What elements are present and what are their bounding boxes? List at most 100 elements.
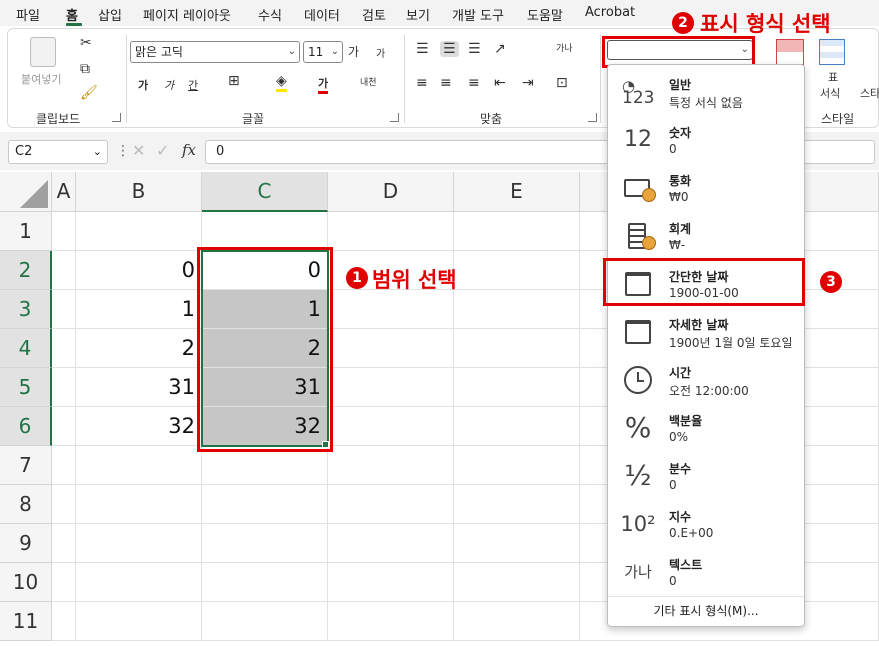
format-option-long-date[interactable]: 자세한 날짜 1900년 1월 0일 토요일 xyxy=(608,308,804,355)
align-center-icon[interactable]: ≡ xyxy=(440,75,452,91)
grid-cell[interactable] xyxy=(454,290,580,329)
row-header-6[interactable]: 6 xyxy=(0,407,52,446)
grid-cell[interactable] xyxy=(52,485,76,524)
grid-cell[interactable] xyxy=(76,212,202,251)
row-header-2[interactable]: 2 xyxy=(0,251,52,290)
format-as-table-icon[interactable] xyxy=(819,39,845,65)
column-header-d[interactable]: D xyxy=(328,172,454,212)
column-header-b[interactable]: B xyxy=(76,172,202,212)
align-middle-icon[interactable]: ☰ xyxy=(440,41,459,57)
format-option-text[interactable]: 가나 텍스트 0 xyxy=(608,548,804,595)
grid-cell[interactable] xyxy=(76,446,202,485)
format-option-currency[interactable]: 통화 ₩0 xyxy=(608,164,804,211)
format-as-table-label-2[interactable]: 서식 xyxy=(820,85,840,101)
grid-cell[interactable] xyxy=(328,407,454,446)
column-header-e[interactable]: E xyxy=(454,172,580,212)
grow-font-button[interactable]: 가 xyxy=(348,43,359,60)
cut-icon[interactable]: ✂ xyxy=(80,35,92,51)
grid-cell[interactable] xyxy=(454,251,580,290)
name-box[interactable]: C2 ⌄ xyxy=(8,140,108,164)
grid-cell[interactable] xyxy=(328,290,454,329)
row-header-10[interactable]: 10 xyxy=(0,563,52,602)
cell-b2[interactable]: 0 xyxy=(76,251,202,290)
cell-b6[interactable]: 32 xyxy=(76,407,202,446)
grid-cell[interactable] xyxy=(328,524,454,563)
border-icon[interactable]: ⊞ xyxy=(228,73,240,89)
format-option-accounting[interactable]: 회계 ₩- xyxy=(608,212,804,259)
more-options-icon[interactable]: ⋮ xyxy=(116,143,130,159)
paste-icon[interactable] xyxy=(30,37,56,67)
grid-cell[interactable] xyxy=(454,524,580,563)
grid-cell[interactable] xyxy=(52,524,76,563)
fill-color-icon[interactable]: ◈ xyxy=(276,73,287,92)
grid-cell[interactable] xyxy=(52,290,76,329)
orientation-icon[interactable]: ↗ xyxy=(494,41,506,57)
grid-cell[interactable] xyxy=(76,602,202,641)
format-option-fraction[interactable]: ½ 분수 0 xyxy=(608,452,804,499)
align-right-icon[interactable]: ≡ xyxy=(468,75,480,91)
font-size-combo[interactable]: 11 ⌄ xyxy=(303,41,343,63)
grid-cell[interactable] xyxy=(52,329,76,368)
italic-button[interactable]: 가 xyxy=(164,77,174,93)
select-all-corner[interactable] xyxy=(0,172,52,212)
menu-review[interactable]: 검토 xyxy=(362,5,386,24)
menu-home[interactable]: 홈 xyxy=(66,5,78,24)
cancel-icon[interactable]: ✕ xyxy=(132,141,145,160)
grid-cell[interactable] xyxy=(52,368,76,407)
column-header-a[interactable]: A xyxy=(52,172,76,212)
grid-cell[interactable] xyxy=(202,485,328,524)
grid-cell[interactable] xyxy=(202,563,328,602)
enter-icon[interactable]: ✓ xyxy=(156,141,169,160)
grid-cell[interactable] xyxy=(202,524,328,563)
copy-icon[interactable]: ⧉ xyxy=(80,61,90,77)
grid-cell[interactable] xyxy=(52,602,76,641)
menu-page-layout[interactable]: 페이지 레이아웃 xyxy=(143,5,231,24)
grid-cell[interactable] xyxy=(454,407,580,446)
grid-cell[interactable] xyxy=(52,407,76,446)
align-top-icon[interactable]: ☰ xyxy=(416,41,429,57)
format-as-table-label[interactable]: 표 xyxy=(828,69,838,85)
grid-cell[interactable] xyxy=(52,563,76,602)
cell-b5[interactable]: 31 xyxy=(76,368,202,407)
grid-cell[interactable] xyxy=(454,329,580,368)
merge-center-icon[interactable]: ⊡ xyxy=(556,75,568,91)
cell-b3[interactable]: 1 xyxy=(76,290,202,329)
grid-cell[interactable] xyxy=(76,524,202,563)
align-bottom-icon[interactable]: ☰ xyxy=(468,41,481,57)
row-header-7[interactable]: 7 xyxy=(0,446,52,485)
grid-cell[interactable] xyxy=(52,212,76,251)
increase-indent-icon[interactable]: ⇥ xyxy=(522,75,534,91)
row-header-1[interactable]: 1 xyxy=(0,212,52,251)
column-header-c[interactable]: C xyxy=(202,172,328,212)
row-header-4[interactable]: 4 xyxy=(0,329,52,368)
shrink-font-button[interactable]: 가 xyxy=(376,45,385,60)
grid-cell[interactable] xyxy=(454,563,580,602)
grid-cell[interactable] xyxy=(328,446,454,485)
row-header-11[interactable]: 11 xyxy=(0,602,52,641)
grid-cell[interactable] xyxy=(454,602,580,641)
format-option-scientific[interactable]: 10² 지수 0.E+00 xyxy=(608,500,804,547)
grid-cell[interactable] xyxy=(328,212,454,251)
grid-cell[interactable] xyxy=(202,602,328,641)
bold-button[interactable]: 가 xyxy=(138,77,148,93)
grid-cell[interactable] xyxy=(454,485,580,524)
row-header-3[interactable]: 3 xyxy=(0,290,52,329)
menu-view[interactable]: 보기 xyxy=(406,5,430,24)
grid-cell[interactable] xyxy=(52,446,76,485)
conditional-format-icon[interactable] xyxy=(776,39,804,65)
menu-insert[interactable]: 삽입 xyxy=(98,5,122,24)
format-option-general[interactable]: ◔ 123 일반 특정 서식 없음 xyxy=(608,68,804,115)
grid-cell[interactable] xyxy=(202,212,328,251)
row-header-9[interactable]: 9 xyxy=(0,524,52,563)
format-option-number[interactable]: 12 숫자 0 xyxy=(608,116,804,163)
grid-cell[interactable] xyxy=(76,485,202,524)
phonetic-button[interactable]: 내천 xyxy=(360,75,377,88)
alignment-launcher-icon[interactable] xyxy=(588,113,597,122)
align-left-icon[interactable]: ≡ xyxy=(416,75,428,91)
font-name-combo[interactable]: 맑은 고딕 ⌄ xyxy=(130,41,300,63)
format-option-percent[interactable]: % 백분율 0% xyxy=(608,404,804,451)
menu-formulas[interactable]: 수식 xyxy=(258,5,282,24)
font-color-button[interactable]: 가 xyxy=(318,75,329,94)
grid-cell[interactable] xyxy=(328,485,454,524)
menu-help[interactable]: 도움말 xyxy=(527,5,563,24)
